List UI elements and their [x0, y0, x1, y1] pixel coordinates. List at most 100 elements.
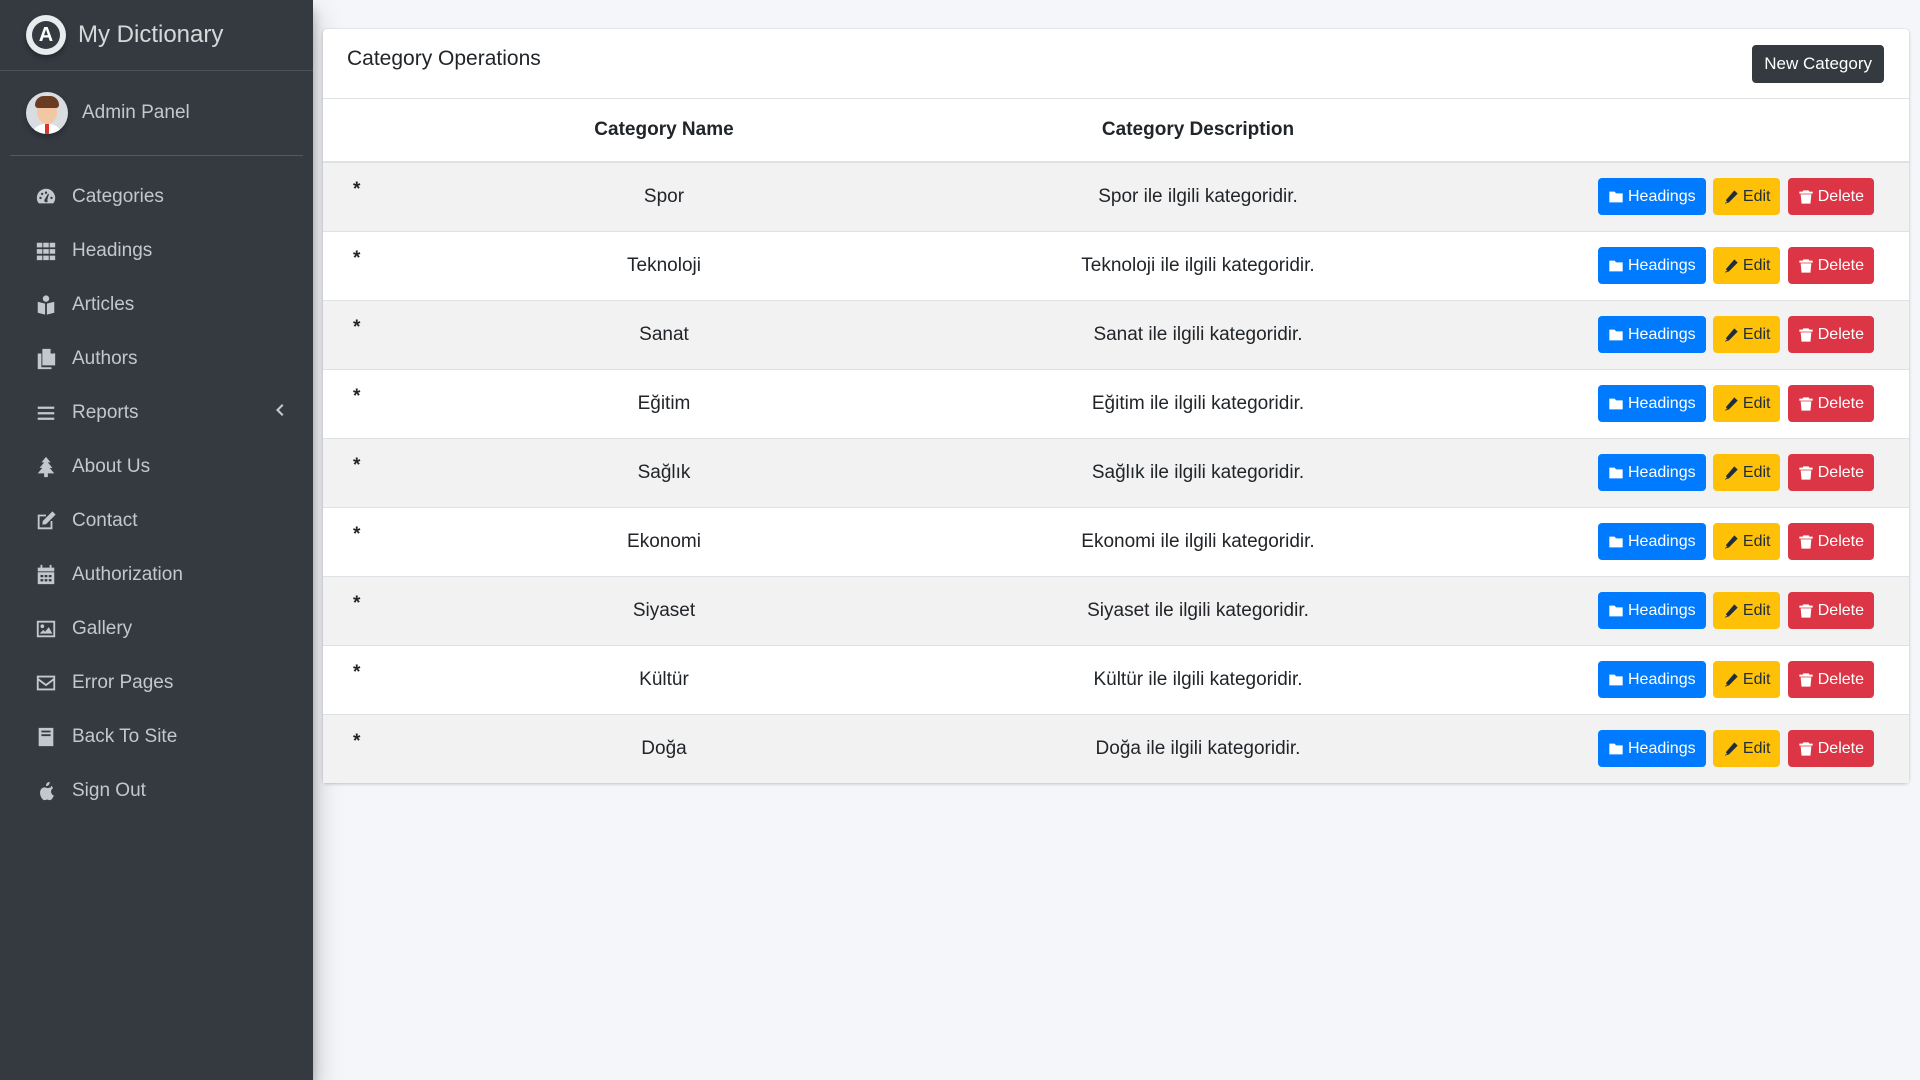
trash-icon — [1799, 465, 1813, 480]
sidebar-item-label: Articles — [72, 294, 135, 315]
sidebar-item-authors[interactable]: Authors — [0, 332, 313, 386]
row-marker: * — [323, 161, 414, 231]
headings-button[interactable]: Headings — [1598, 661, 1706, 698]
delete-button-label: Delete — [1817, 463, 1864, 481]
sidebar-item-label: Authors — [72, 348, 138, 369]
sidebar-item-contact[interactable]: Contact — [0, 494, 313, 548]
category-description: Teknoloji ile ilgili kategoridir. — [914, 230, 1482, 300]
category-description: Eğitim ile ilgili kategoridir. — [914, 368, 1482, 438]
headings-button[interactable]: Headings — [1598, 730, 1706, 768]
edit-button-label: Edit — [1742, 256, 1771, 274]
row-actions: Headings Edit Delete — [1482, 713, 1909, 783]
edit-button-label: Edit — [1742, 532, 1771, 550]
row-marker: * — [323, 230, 414, 300]
edit-button[interactable]: Edit — [1712, 316, 1781, 353]
row-actions: Headings Edit Delete — [1482, 575, 1909, 645]
category-name: Sağlık — [414, 437, 914, 507]
category-name: Ekonomi — [414, 506, 914, 576]
pencil-icon — [1724, 742, 1738, 756]
tree-icon — [34, 455, 58, 479]
delete-button[interactable]: Delete — [1787, 592, 1874, 629]
headings-button[interactable]: Headings — [1598, 523, 1706, 560]
headings-button[interactable]: Headings — [1598, 385, 1706, 422]
delete-button[interactable]: Delete — [1787, 730, 1874, 768]
delete-button[interactable]: Delete — [1787, 247, 1874, 284]
edit-button-label: Edit — [1742, 601, 1771, 619]
headings-button-label: Headings — [1628, 187, 1696, 205]
delete-button-label: Delete — [1817, 601, 1864, 619]
envelope-icon — [34, 671, 58, 695]
headings-button[interactable]: Headings — [1598, 247, 1706, 284]
pencil-icon — [1724, 465, 1738, 480]
row-marker: * — [323, 299, 414, 369]
delete-button[interactable]: Delete — [1787, 523, 1874, 560]
edit-button[interactable]: Edit — [1712, 454, 1781, 491]
trash-icon — [1799, 603, 1813, 618]
delete-button[interactable]: Delete — [1787, 385, 1874, 422]
edit-button[interactable]: Edit — [1712, 523, 1781, 560]
edit-button-label: Edit — [1742, 394, 1771, 412]
sidebar-item-label: Headings — [72, 240, 153, 261]
edit-button[interactable]: Edit — [1712, 592, 1781, 629]
sidebar-item-sign-out[interactable]: Sign Out — [0, 764, 313, 818]
edit-button[interactable]: Edit — [1712, 385, 1781, 422]
category-name: Eğitim — [414, 368, 914, 438]
delete-button[interactable]: Delete — [1787, 454, 1874, 491]
trash-icon — [1799, 672, 1813, 687]
delete-button-label: Delete — [1817, 670, 1864, 688]
headings-button[interactable]: Headings — [1598, 316, 1706, 353]
sidebar-item-label: Authorization — [72, 564, 183, 585]
headings-button[interactable]: Headings — [1598, 592, 1706, 629]
delete-button[interactable]: Delete — [1787, 316, 1874, 353]
brand-title: My Dictionary — [78, 21, 224, 48]
new-category-button[interactable]: New Category — [1752, 45, 1884, 83]
sidebar-item-label: Reports — [72, 402, 139, 423]
edit-icon — [34, 509, 58, 533]
page-title: Category Operations — [347, 47, 541, 70]
sidebar-item-label: Back To Site — [72, 726, 178, 747]
folder-icon — [1609, 743, 1623, 755]
delete-button-label: Delete — [1817, 187, 1864, 205]
pencil-icon — [1724, 190, 1738, 204]
sidebar-item-articles[interactable]: Articles — [0, 278, 313, 332]
edit-button[interactable]: Edit — [1712, 730, 1781, 768]
category-description: Ekonomi ile ilgili kategoridir. — [914, 506, 1482, 576]
sidebar-item-headings[interactable]: Headings — [0, 224, 313, 278]
sidebar-item-authorization[interactable]: Authorization — [0, 548, 313, 602]
edit-button[interactable]: Edit — [1712, 247, 1781, 284]
delete-button[interactable]: Delete — [1787, 661, 1874, 698]
edit-button[interactable]: Edit — [1712, 178, 1781, 216]
user-panel[interactable]: Admin Panel — [10, 71, 303, 156]
table-row: * Ekonomi Ekonomi ile ilgili kategoridir… — [323, 506, 1909, 576]
pencil-icon — [1724, 603, 1738, 618]
sidebar-item-reports[interactable]: Reports — [0, 386, 313, 440]
headings-button[interactable]: Headings — [1598, 178, 1706, 216]
headings-button[interactable]: Headings — [1598, 454, 1706, 491]
book-reader-icon — [34, 293, 58, 317]
grid-icon — [34, 239, 58, 263]
folder-icon — [1609, 467, 1623, 478]
sidebar-item-error-pages[interactable]: Error Pages — [0, 656, 313, 710]
sidebar-item-label: Categories — [72, 186, 164, 207]
brand-link[interactable]: A My Dictionary — [0, 0, 313, 71]
trash-icon — [1799, 327, 1813, 342]
edit-button[interactable]: Edit — [1712, 661, 1781, 698]
row-marker: * — [323, 575, 414, 645]
row-marker: * — [323, 713, 414, 783]
folder-icon — [1609, 536, 1623, 547]
table-row: * Doğa Doğa ile ilgili kategoridir. Head… — [323, 713, 1909, 783]
delete-button-label: Delete — [1817, 325, 1864, 343]
delete-button[interactable]: Delete — [1787, 178, 1874, 216]
row-marker: * — [323, 644, 414, 714]
edit-button-label: Edit — [1742, 187, 1771, 205]
table-row: * Siyaset Siyaset ile ilgili kategoridir… — [323, 575, 1909, 645]
sidebar-nav: Categories Headings Articles Authors Rep… — [0, 156, 313, 818]
sidebar-item-categories[interactable]: Categories — [0, 170, 313, 224]
folder-icon — [1609, 329, 1623, 340]
sidebar-item-label: Gallery — [72, 618, 133, 639]
trash-icon — [1799, 190, 1813, 204]
sidebar-item-about-us[interactable]: About Us — [0, 440, 313, 494]
sidebar-item-back-to-site[interactable]: Back To Site — [0, 710, 313, 764]
sidebar-item-gallery[interactable]: Gallery — [0, 602, 313, 656]
trash-icon — [1799, 396, 1813, 411]
